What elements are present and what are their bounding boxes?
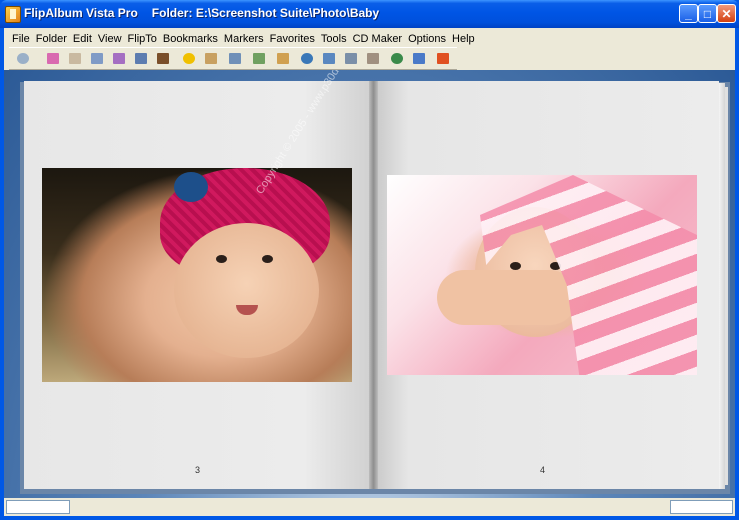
- baby-arm: [437, 270, 577, 325]
- slide-icon: [323, 53, 335, 64]
- film-button[interactable]: [343, 51, 359, 66]
- menu-cd-maker[interactable]: CD Maker: [350, 31, 406, 47]
- menu-view[interactable]: View: [95, 31, 125, 47]
- hat-flower: [174, 172, 208, 202]
- slide-button[interactable]: [321, 51, 337, 66]
- baby-face-left: [174, 223, 319, 358]
- eye: [510, 262, 521, 270]
- menu-bookmarks[interactable]: Bookmarks: [160, 31, 221, 47]
- eye: [216, 255, 227, 263]
- maximize-button[interactable]: □: [698, 4, 717, 23]
- status-field-right: [670, 500, 733, 514]
- brush-button[interactable]: [203, 51, 219, 66]
- album-icon: [277, 53, 289, 64]
- app-name: FlipAlbum Vista Pro: [24, 6, 138, 20]
- album-viewer[interactable]: Copyright © 2005 - www.p30download.com 3…: [4, 70, 735, 498]
- page-stack-edge-outer: [725, 87, 728, 485]
- film-icon: [345, 53, 357, 64]
- globe-icon: [391, 53, 403, 64]
- page-pink-button[interactable]: [45, 51, 61, 66]
- photo-baby-towel[interactable]: [387, 175, 697, 375]
- zoom-button[interactable]: [299, 51, 315, 66]
- book-spine: [369, 81, 378, 489]
- menu-flipto[interactable]: FlipTo: [125, 31, 160, 47]
- eye: [262, 255, 273, 263]
- contents-icon: [135, 53, 147, 64]
- title-bar[interactable]: FlipAlbum Vista Pro Folder: E:\Screenshot…: [0, 0, 739, 28]
- app-window: FlipAlbum Vista Pro Folder: E:\Screenshot…: [0, 0, 739, 520]
- menu-markers[interactable]: Markers: [221, 31, 267, 47]
- frame-icon: [367, 53, 379, 64]
- frame-button[interactable]: [365, 51, 381, 66]
- left-page-number: 3: [195, 465, 201, 475]
- view-icon: [17, 53, 29, 64]
- status-field-left: [6, 500, 70, 514]
- book-icon: [157, 53, 169, 64]
- thumbnail-button[interactable]: [111, 51, 127, 66]
- thumbnail-icon: [113, 53, 125, 64]
- photo-baby-hat[interactable]: [42, 168, 352, 382]
- tag-button[interactable]: [251, 51, 267, 66]
- page-flip-icon: [91, 53, 103, 64]
- toolbar: [9, 47, 457, 70]
- view-button[interactable]: [15, 51, 31, 66]
- add-button[interactable]: [181, 51, 197, 66]
- status-bar: [4, 498, 735, 516]
- menu-bar: File Folder Edit View FlipTo Bookmarks Markers…: [9, 29, 475, 47]
- tag-icon: [253, 53, 265, 64]
- app-icon[interactable]: [5, 6, 21, 23]
- menu-options[interactable]: Options: [405, 31, 449, 47]
- zoom-icon: [301, 53, 313, 64]
- menu-help[interactable]: Help: [449, 31, 478, 47]
- two-pages-icon: [69, 53, 81, 64]
- album-button[interactable]: [275, 51, 291, 66]
- split-view-icon: [229, 53, 241, 64]
- page-pink-icon: [47, 53, 59, 64]
- menu-tools[interactable]: Tools: [318, 31, 350, 47]
- two-pages-button[interactable]: [67, 51, 83, 66]
- menu-folder[interactable]: Folder: [33, 31, 70, 47]
- menu-favorites[interactable]: Favorites: [267, 31, 318, 47]
- play-button[interactable]: [411, 51, 427, 66]
- window-title: FlipAlbum Vista Pro Folder: E:\Screenshot…: [24, 6, 379, 20]
- mouth: [236, 305, 258, 315]
- book-button[interactable]: [155, 51, 171, 66]
- globe-button[interactable]: [389, 51, 405, 66]
- menu-file[interactable]: File: [9, 31, 33, 47]
- split-view-button[interactable]: [227, 51, 243, 66]
- page-flip-button[interactable]: [89, 51, 105, 66]
- contents-button[interactable]: [133, 51, 149, 66]
- close-button[interactable]: ✕: [717, 4, 736, 23]
- brush-icon: [205, 53, 217, 64]
- menu-edit[interactable]: Edit: [70, 31, 95, 47]
- add-icon: [183, 53, 195, 64]
- right-page-number: 4: [540, 465, 546, 475]
- folder-label: Folder:: [151, 6, 193, 20]
- music-button[interactable]: [435, 51, 451, 66]
- play-icon: [413, 53, 425, 64]
- minimize-button[interactable]: _: [679, 4, 698, 23]
- status-progress-area: [72, 502, 670, 512]
- folder-path: E:\Screenshot Suite\Photo\Baby: [195, 6, 380, 20]
- music-icon: [437, 53, 449, 64]
